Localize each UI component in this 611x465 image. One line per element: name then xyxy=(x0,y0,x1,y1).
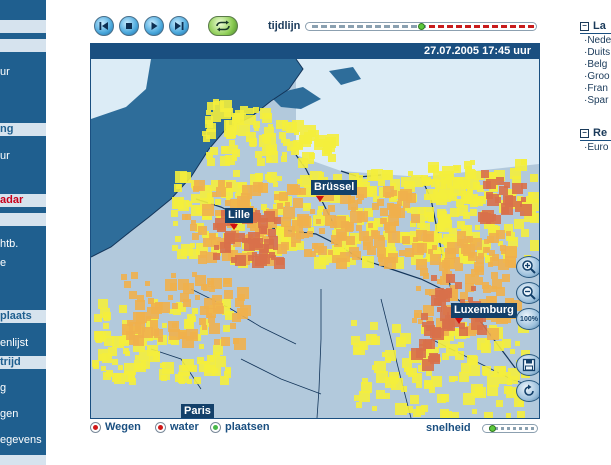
legend-water-label: water xyxy=(170,421,199,433)
right-panel-group-label: Re xyxy=(593,127,608,139)
left-nav-section-header[interactable] xyxy=(0,20,46,33)
map-header-bar: 27.07.2005 17:45 uur xyxy=(91,44,539,59)
right-panel-link[interactable]: ·Spar xyxy=(584,95,608,107)
left-nav-section-header[interactable]: trijd xyxy=(0,356,46,369)
save-icon xyxy=(522,358,536,372)
map-datetime: 27.07.2005 17:45 uur xyxy=(423,45,531,57)
right-panel-group-header[interactable]: − La xyxy=(580,20,606,32)
left-nav-section-header[interactable]: ng xyxy=(0,123,46,136)
legend-water-toggle[interactable] xyxy=(155,421,166,433)
collapse-icon[interactable]: − xyxy=(580,128,589,138)
right-panel-link[interactable]: ·Belg xyxy=(584,59,607,71)
timeline-slider[interactable] xyxy=(305,22,537,31)
legend-wegen[interactable]: Wegen xyxy=(90,421,141,433)
zoom-100-button[interactable]: 100% xyxy=(516,308,539,330)
fast-forward-button[interactable] xyxy=(169,16,189,36)
timeline-label: tijdlijn xyxy=(268,20,301,32)
left-nav-section-header[interactable] xyxy=(0,39,46,52)
left-nav-section-header[interactable]: plaats xyxy=(0,310,46,323)
zoom-in-icon xyxy=(522,260,536,274)
right-panel-link[interactable]: ·Duits xyxy=(584,47,610,59)
rewind-button[interactable] xyxy=(94,16,114,36)
right-panel: − La ·Nede ·Duits ·Belg ·Groo ·Fran ·Spar − Re ·Eu… xyxy=(574,0,611,465)
stop-button[interactable] xyxy=(119,16,139,36)
radar-map[interactable]: 27.07.2005 17:45 uur Brüssel Lille Luxem… xyxy=(90,43,540,419)
left-navigation: ur ng ur adar htb. e plaats enlijst trijd g gen ege… xyxy=(0,0,46,465)
map-canvas xyxy=(91,59,539,418)
city-pin-luxemburg xyxy=(455,318,463,324)
stop-icon xyxy=(126,23,132,29)
left-nav-link[interactable]: htb. xyxy=(0,238,46,251)
zoom-out-button[interactable] xyxy=(516,282,539,304)
save-button[interactable] xyxy=(516,354,539,376)
speed-label: snelheid xyxy=(426,422,471,434)
right-panel-group-header[interactable]: − Re xyxy=(580,127,607,139)
timeline-handle[interactable] xyxy=(418,23,425,30)
right-panel-link[interactable]: ·Euro xyxy=(584,142,608,154)
city-label-luxemburg: Luxemburg xyxy=(451,303,517,318)
city-label-paris: Paris xyxy=(181,404,214,418)
right-panel-link[interactable]: ·Nede xyxy=(584,35,611,47)
play-icon xyxy=(151,22,158,30)
left-nav-link[interactable]: ur xyxy=(0,66,46,79)
city-label-brussel: Brüssel xyxy=(311,180,358,195)
left-nav-footer xyxy=(0,455,46,465)
legend-plaatsen-toggle[interactable] xyxy=(210,421,221,433)
left-nav-section-header[interactable]: adar xyxy=(0,194,46,207)
collapse-icon[interactable]: − xyxy=(580,21,589,31)
left-nav-link[interactable]: e xyxy=(0,257,46,270)
right-panel-link[interactable]: ·Fran xyxy=(584,83,608,95)
speed-slider[interactable] xyxy=(482,424,538,433)
left-nav-link[interactable]: g xyxy=(0,382,46,395)
left-nav-link[interactable]: ur xyxy=(0,150,46,163)
legend-wegen-label: Wegen xyxy=(105,421,141,433)
left-nav-link[interactable]: gen xyxy=(0,408,46,421)
right-panel-link[interactable]: ·Groo xyxy=(584,71,610,83)
left-nav-link[interactable]: enlijst xyxy=(0,337,46,350)
rewind-icon xyxy=(99,22,108,30)
legend-plaatsen-label: plaatsen xyxy=(225,421,270,433)
left-nav-link[interactable]: egevens xyxy=(0,434,46,447)
city-label-lille: Lille xyxy=(225,208,254,223)
zoom-in-button[interactable] xyxy=(516,256,539,278)
fast-forward-icon xyxy=(175,22,184,30)
city-pin-brussel xyxy=(316,196,324,202)
legend-water[interactable]: water xyxy=(155,421,199,433)
refresh-button[interactable] xyxy=(516,380,539,402)
radar-player: tijdlijn 27.07.2005 17:45 uur Brüssel Li… xyxy=(52,0,557,465)
loop-icon xyxy=(216,20,230,32)
play-button[interactable] xyxy=(144,16,164,36)
left-nav-section-header[interactable] xyxy=(0,213,46,226)
divider xyxy=(580,33,611,34)
zoom-100-icon: 100% xyxy=(520,315,538,323)
legend-wegen-toggle[interactable] xyxy=(90,421,101,433)
right-panel-group-label: La xyxy=(593,20,606,32)
legend-plaatsen[interactable]: plaatsen xyxy=(210,421,270,433)
refresh-icon xyxy=(524,384,534,396)
divider xyxy=(580,140,611,141)
zoom-out-icon xyxy=(522,286,536,300)
city-pin-lille xyxy=(230,224,238,230)
loop-button[interactable] xyxy=(208,16,238,36)
